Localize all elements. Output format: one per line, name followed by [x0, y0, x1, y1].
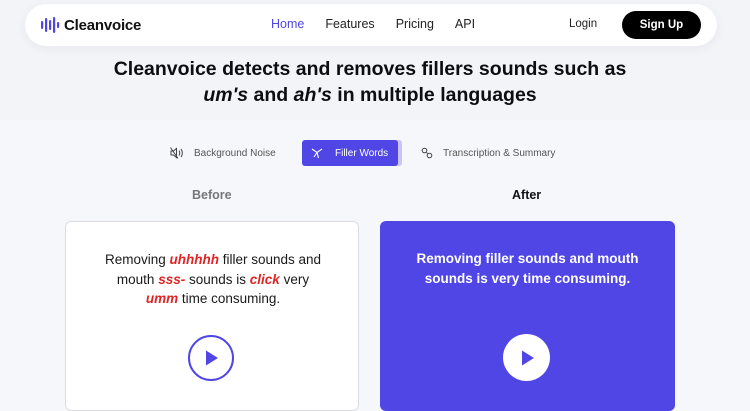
filler-word: sss-: [158, 271, 186, 287]
tab-transcription-summary[interactable]: Transcription & Summary: [421, 140, 555, 166]
before-label: Before: [192, 188, 232, 202]
filler-word: uhhhhh: [169, 252, 219, 267]
tab-filler-words-label: Filler Words: [335, 147, 389, 159]
headline-line-1: Cleanvoice detects and removes fillers s…: [113, 58, 627, 80]
transcription-icon: [421, 147, 433, 159]
play-icon: [206, 350, 218, 366]
tab-filler-words[interactable]: Filler Words: [302, 140, 398, 166]
after-label: After: [512, 188, 542, 202]
logo-text: Cleanvoice: [64, 16, 142, 34]
tab-background-noise[interactable]: Background Noise: [170, 140, 276, 166]
headline-end: in multiple languages: [331, 84, 537, 106]
before-text-seg: Removing: [104, 252, 170, 267]
tab-background-noise-label: Background Noise: [194, 147, 276, 159]
headline-mid: and: [248, 84, 294, 106]
tab-transcription-summary-label: Transcription & Summary: [443, 147, 556, 159]
login-link[interactable]: Login: [569, 18, 597, 30]
navbar: Cleanvoice Home Features Pricing API Log…: [25, 4, 717, 46]
before-text-seg: very: [279, 271, 310, 287]
play-icon: [521, 350, 534, 365]
waveform-icon: [41, 17, 60, 33]
before-text-seg: sounds is: [185, 271, 250, 287]
before-play-button[interactable]: [188, 335, 234, 381]
scissors-icon: [311, 148, 323, 159]
nav-link-pricing[interactable]: Pricing: [396, 17, 434, 31]
logo[interactable]: Cleanvoice: [41, 15, 141, 35]
nav-link-api[interactable]: API: [455, 17, 475, 31]
page-headline: Cleanvoice detects and removes fillers s…: [0, 56, 740, 108]
signup-button[interactable]: Sign Up: [622, 11, 701, 39]
filler-word: umm: [145, 291, 179, 306]
before-card: Removing uhhhhh filler sounds and mouth …: [65, 221, 359, 411]
after-text: Removing filler sounds and mouth sounds …: [416, 251, 639, 286]
before-text: Removing uhhhhh filler sounds and mouth …: [86, 250, 340, 309]
headline-em-ahs: ah's: [293, 84, 332, 106]
before-text-seg: time consuming.: [178, 291, 281, 306]
nav-link-features[interactable]: Features: [325, 17, 374, 31]
headline-em-ums: um's: [203, 84, 249, 106]
filler-word: click: [249, 271, 280, 287]
feature-tabs: Background Noise Filler Words Transcript…: [0, 140, 750, 166]
headline-line-2: um's and ah's in multiple languages: [0, 82, 740, 108]
nav-links: Home Features Pricing API: [271, 17, 475, 31]
mute-icon: [170, 147, 183, 159]
after-play-button[interactable]: [503, 334, 550, 381]
after-card: Removing filler sounds and mouth sounds …: [380, 221, 675, 411]
nav-link-home[interactable]: Home: [271, 17, 304, 31]
